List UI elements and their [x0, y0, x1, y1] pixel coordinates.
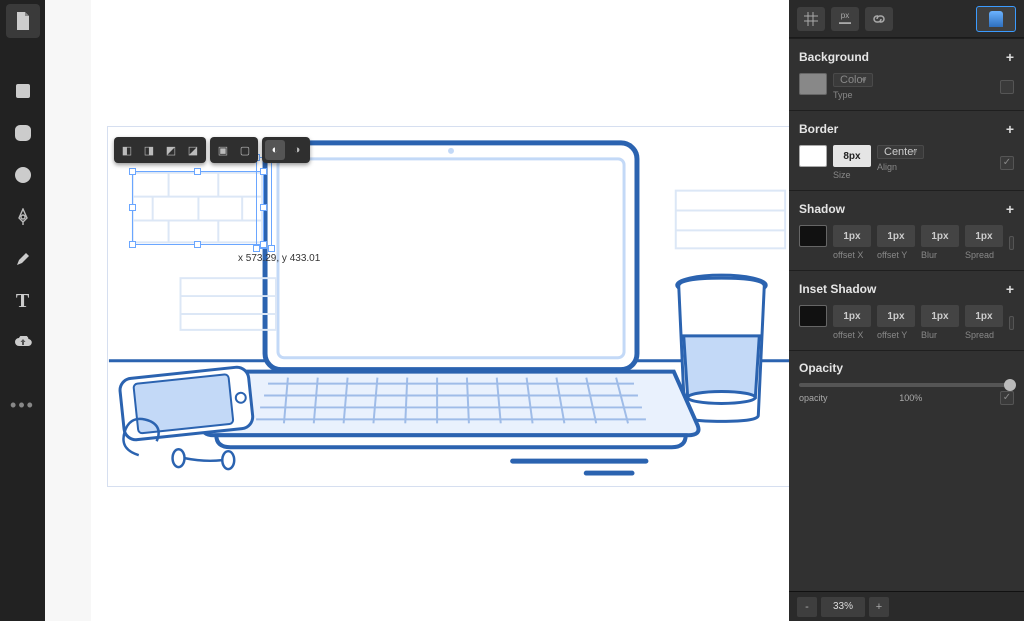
rounded-rectangle-tool[interactable] — [6, 116, 40, 150]
add-shadow[interactable]: + — [1006, 201, 1014, 217]
shadow-title: Shadow — [799, 202, 845, 216]
selection-coordinates: x 573.29, y 433.01 — [238, 253, 320, 264]
border-align-label: Align — [877, 162, 897, 172]
background-enable-check[interactable] — [1000, 80, 1014, 94]
float-btn-exclude[interactable]: ◪ — [183, 140, 203, 160]
left-toolbar: T ••• — [0, 0, 45, 621]
border-title: Border — [799, 122, 838, 136]
opacity-knob[interactable] — [1004, 379, 1016, 391]
rectangle-tool[interactable] — [6, 74, 40, 108]
document-tool[interactable] — [6, 4, 40, 38]
border-color-swatch[interactable] — [799, 145, 827, 167]
zoom-bar: - 33% + — [789, 591, 1024, 621]
ellipse-tool[interactable] — [6, 158, 40, 192]
border-align-dropdown[interactable]: Center▾ — [877, 145, 924, 159]
inset-shadow-title: Inset Shadow — [799, 282, 876, 296]
zoom-in-button[interactable]: + — [869, 597, 889, 617]
background-title: Background — [799, 50, 869, 64]
inset-offsety-input[interactable]: 1px — [877, 305, 915, 327]
shadow-offsety-input[interactable]: 1px — [877, 225, 915, 247]
opacity-enable-check[interactable] — [1000, 391, 1014, 405]
opacity-value: 100% — [899, 393, 922, 403]
border-enable-check[interactable] — [1000, 156, 1014, 170]
shadow-color-swatch[interactable] — [799, 225, 827, 247]
float-btn-ungroup[interactable]: ▢ — [235, 140, 255, 160]
background-swatch[interactable] — [799, 73, 827, 95]
shadow-enable-check[interactable] — [1009, 236, 1014, 250]
inset-blur-input[interactable]: 1px — [921, 305, 959, 327]
background-section: Background + Color▾ Type — [789, 38, 1024, 110]
panel-topbar: px▬▬ — [789, 0, 1024, 38]
inset-shadow-section: Inset Shadow+ 1pxoffset X 1pxoffset Y 1p… — [789, 270, 1024, 350]
pen-tool[interactable] — [6, 200, 40, 234]
float-btn-subtract[interactable]: ◨ — [139, 140, 159, 160]
upload-tool[interactable] — [6, 326, 40, 360]
add-background[interactable]: + — [1006, 49, 1014, 65]
inset-shadow-color-swatch[interactable] — [799, 305, 827, 327]
background-color-dropdown[interactable]: Color▾ — [833, 73, 873, 87]
shadow-offsetx-input[interactable]: 1px — [833, 225, 871, 247]
more-tools[interactable]: ••• — [6, 388, 40, 422]
border-size-input[interactable]: 8px — [833, 145, 871, 167]
opacity-section: Opacity opacity 100% — [789, 350, 1024, 415]
add-border[interactable]: + — [1006, 121, 1014, 137]
units-toggle[interactable]: px▬▬ — [831, 7, 859, 31]
add-inset-shadow[interactable]: + — [1006, 281, 1014, 297]
float-btn-clip[interactable]: ◑ — [287, 140, 307, 160]
link-toggle[interactable] — [865, 7, 893, 31]
float-seg-2: ▣ ▢ — [210, 137, 258, 163]
border-section: Border + 8px Size Center▾ Align — [789, 110, 1024, 190]
opacity-slider[interactable] — [799, 383, 1014, 387]
inset-offsetx-input[interactable]: 1px — [833, 305, 871, 327]
text-tool[interactable]: T — [6, 284, 40, 318]
shadow-section: Shadow+ 1pxoffset X 1pxoffset Y 1pxBlur … — [789, 190, 1024, 270]
inset-spread-input[interactable]: 1px — [965, 305, 1003, 327]
opacity-title: Opacity — [799, 361, 843, 375]
zoom-out-button[interactable]: - — [797, 597, 817, 617]
opacity-label: opacity — [799, 393, 828, 403]
properties-panel: px▬▬ Background + Color▾ Type Border + — [789, 0, 1024, 621]
float-btn-intersect[interactable]: ◩ — [161, 140, 181, 160]
float-seg-3: ◐ ◑ — [262, 137, 310, 163]
float-btn-group[interactable]: ▣ — [213, 140, 233, 160]
shadow-spread-input[interactable]: 1px — [965, 225, 1003, 247]
float-btn-union[interactable]: ◧ — [117, 140, 137, 160]
pencil-tool[interactable] — [6, 242, 40, 276]
shadow-blur-input[interactable]: 1px — [921, 225, 959, 247]
floating-toolbar: ◧ ◨ ◩ ◪ ▣ ▢ ◐ ◑ — [114, 137, 310, 163]
user-avatar[interactable] — [976, 6, 1016, 32]
zoom-value[interactable]: 33% — [821, 597, 865, 617]
selection-box-2[interactable] — [256, 157, 272, 249]
grid-toggle[interactable] — [797, 7, 825, 31]
artboard[interactable]: x 573.29, y 433.01 ◧ ◨ ◩ ◪ ▣ ▢ ◐ ◑ — [107, 126, 789, 487]
float-btn-mask[interactable]: ◐ — [265, 140, 285, 160]
float-seg-1: ◧ ◨ ◩ ◪ — [114, 137, 206, 163]
inset-shadow-enable-check[interactable] — [1009, 316, 1014, 330]
background-type-label: Type — [833, 90, 853, 100]
selection-box-1[interactable] — [132, 171, 264, 245]
canvas-area[interactable]: x 573.29, y 433.01 ◧ ◨ ◩ ◪ ▣ ▢ ◐ ◑ — [45, 0, 789, 621]
border-size-label: Size — [833, 170, 851, 180]
